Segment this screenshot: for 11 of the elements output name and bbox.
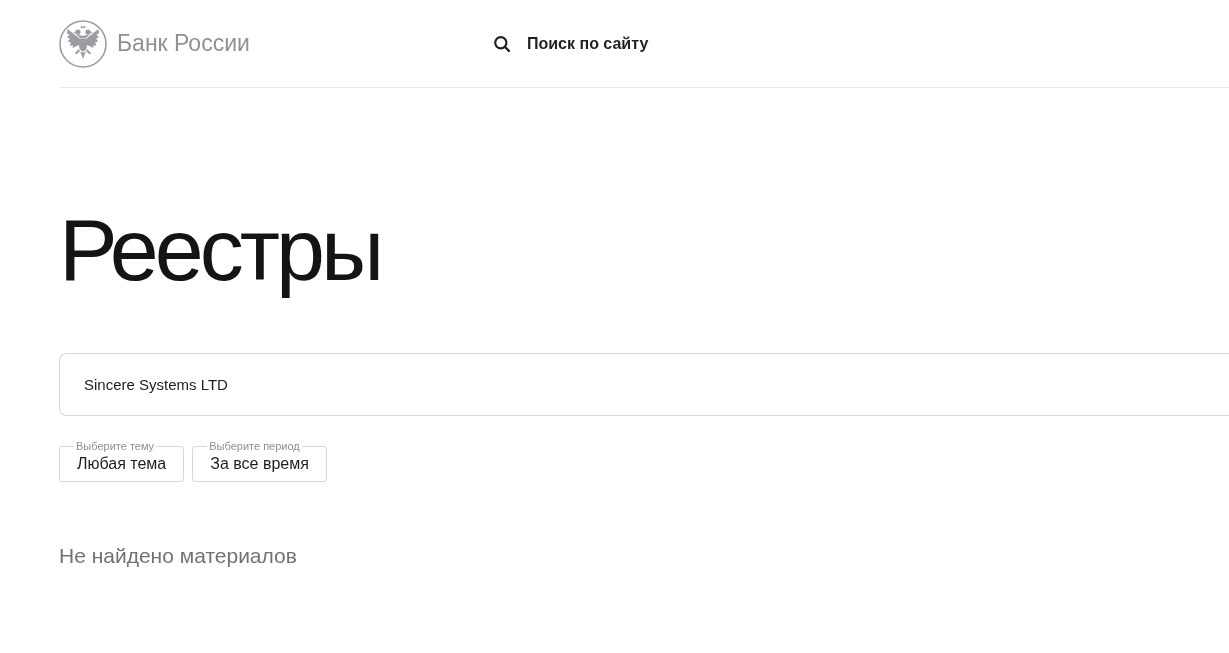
filter-dropdown[interactable]: Выберите период За все время: [192, 440, 327, 482]
page-title: Реестры: [59, 199, 381, 301]
search-link[interactable]: Поиск по сайту: [494, 34, 649, 53]
logo-text: Банк России: [117, 30, 250, 57]
search-field[interactable]: Sincere Systems LTD: [59, 353, 1229, 416]
search-icon: [494, 35, 510, 52]
dropdown-label: Выберите период: [208, 440, 301, 453]
filter-dropdown[interactable]: Выберите тему Любая тема: [59, 440, 185, 482]
eagle-logo-icon: [59, 19, 107, 68]
empty-results-text: Не найдено материалов: [59, 544, 297, 568]
dropdown-label: Выберите тему: [75, 440, 156, 453]
